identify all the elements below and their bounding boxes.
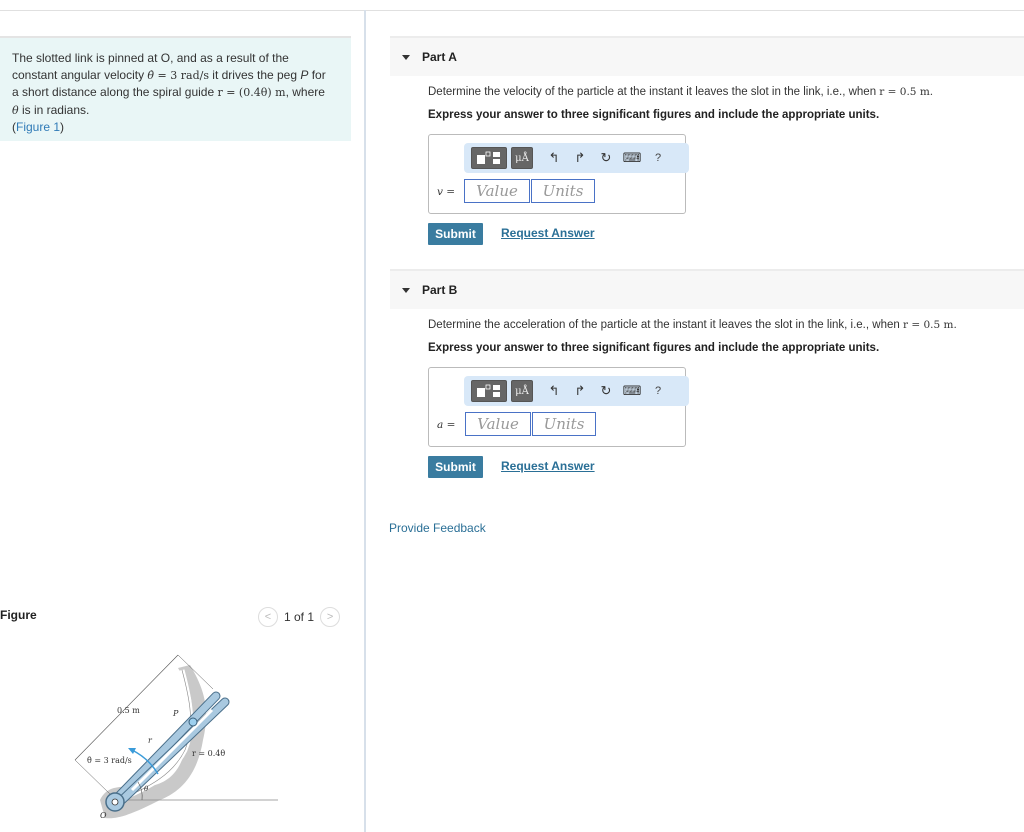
part-a-answer-box: μÅ ↰ ↱ ↻ ⌨ ? v = Value Units (428, 134, 689, 214)
part-a-title: Part A (422, 50, 457, 64)
variable-label: a = (437, 419, 456, 431)
redo-icon: ↱ (574, 150, 586, 165)
math-condition: r = 0.5 m. (879, 86, 934, 98)
part-b-header[interactable]: Part B (390, 269, 1024, 309)
figure-header: Figure (0, 608, 37, 622)
units-symbols-button[interactable]: μÅ (511, 380, 533, 402)
part-b-request-answer-link[interactable]: Request Answer (501, 459, 595, 473)
units-placeholder: Units (543, 415, 585, 433)
math-condition: r = 0.5 m. (902, 319, 957, 331)
part-a-question: Determine the velocity of the particle a… (428, 86, 933, 98)
figure-link[interactable]: Figure 1 (16, 120, 60, 134)
math-omega: = 3 rad/s (154, 68, 209, 82)
part-a-request-answer-link[interactable]: Request Answer (501, 226, 595, 240)
chevron-right-icon: > (326, 611, 334, 623)
value-placeholder: Value (476, 182, 518, 200)
part-a-submit-button[interactable]: Submit (428, 223, 483, 245)
units-symbols-button[interactable]: μÅ (511, 147, 533, 169)
peg-p (188, 717, 198, 727)
label-origin: O (100, 811, 107, 820)
question-text: Determine the acceleration of the partic… (428, 319, 903, 331)
part-b-title: Part B (422, 283, 458, 297)
reset-button[interactable]: ↻ (593, 383, 619, 399)
reset-icon: ↻ (600, 150, 612, 165)
problem-text: constant angular velocity (12, 67, 148, 82)
value-input[interactable]: Value (465, 412, 531, 436)
top-rule (0, 10, 1024, 11)
label-spiral: r = 0.4θ (192, 749, 225, 758)
variable-label: v = (437, 186, 456, 198)
help-button[interactable]: ? (645, 152, 671, 164)
problem-text: for (308, 67, 326, 82)
math-theta: θ (12, 103, 19, 117)
problem-statement: The slotted link is pinned at O, and as … (0, 36, 351, 141)
redo-button[interactable]: ↱ (567, 383, 593, 399)
units-input[interactable]: Units (531, 179, 595, 203)
undo-icon: ↰ (548, 150, 560, 165)
figure-pager: < 1 of 1 > (258, 607, 341, 627)
label-length: 0.5 m (117, 706, 140, 715)
label-r: r (148, 736, 153, 745)
part-a-instruction: Express your answer to three significant… (428, 109, 880, 121)
reset-icon: ↻ (600, 383, 612, 398)
question-text: Determine the velocity of the particle a… (428, 86, 880, 98)
templates-icon (477, 151, 500, 164)
mu-icon: μÅ (515, 385, 529, 397)
paren: ) (60, 120, 65, 134)
units-input[interactable]: Units (532, 412, 596, 436)
help-icon: ? (654, 385, 662, 397)
help-button[interactable]: ? (645, 385, 671, 397)
problem-text: is in radians. (18, 102, 90, 117)
label-peg: P (172, 709, 179, 718)
keyboard-button[interactable]: ⌨ (619, 150, 645, 166)
redo-icon: ↱ (574, 383, 586, 398)
part-b-instruction: Express your answer to three significant… (428, 342, 880, 354)
keyboard-button[interactable]: ⌨ (619, 383, 645, 399)
panel-divider (364, 10, 366, 832)
undo-icon: ↰ (548, 383, 560, 398)
templates-icon (477, 384, 500, 397)
undo-button[interactable]: ↰ (541, 383, 567, 399)
part-b-submit-button[interactable]: Submit (428, 456, 483, 478)
value-placeholder: Value (477, 415, 519, 433)
part-b-question: Determine the acceleration of the partic… (428, 319, 957, 331)
reset-button[interactable]: ↻ (593, 150, 619, 166)
value-input[interactable]: Value (464, 179, 530, 203)
problem-text: it drives the peg (208, 67, 301, 82)
keyboard-icon: ⌨ (622, 383, 642, 398)
redo-button[interactable]: ↱ (567, 150, 593, 166)
math-spiral: r = (0.4θ) m (217, 86, 286, 99)
label-omega: θ̇ = 3 rad/s (87, 756, 132, 765)
problem-text: The slotted link is pinned at O, and as … (12, 51, 289, 65)
math-toolbar: μÅ ↰ ↱ ↻ ⌨ ? (464, 376, 689, 406)
problem-text: , where (285, 85, 325, 99)
mu-icon: μÅ (515, 152, 529, 164)
help-icon: ? (654, 152, 662, 164)
units-placeholder: Units (542, 182, 584, 200)
caret-down-icon (402, 287, 410, 293)
pager-text: 1 of 1 (284, 610, 315, 624)
figure-diagram: 0.5 m P r θ̇ = 3 rad/s r = 0.4θ θ O (74, 654, 278, 820)
undo-button[interactable]: ↰ (541, 150, 567, 166)
templates-button[interactable] (471, 147, 507, 169)
next-figure-button[interactable]: > (320, 607, 341, 627)
chevron-left-icon: < (264, 611, 272, 623)
templates-button[interactable] (471, 380, 507, 402)
math-toolbar: μÅ ↰ ↱ ↻ ⌨ ? (464, 143, 689, 173)
problem-text: a short distance along the spiral guide (12, 85, 218, 99)
provide-feedback-link[interactable]: Provide Feedback (389, 521, 486, 535)
caret-down-icon (402, 54, 410, 60)
keyboard-icon: ⌨ (622, 150, 642, 165)
part-b-answer-box: μÅ ↰ ↱ ↻ ⌨ ? a = Value Units (428, 367, 689, 447)
part-a-header[interactable]: Part A (390, 36, 1024, 76)
prev-figure-button[interactable]: < (258, 607, 278, 627)
